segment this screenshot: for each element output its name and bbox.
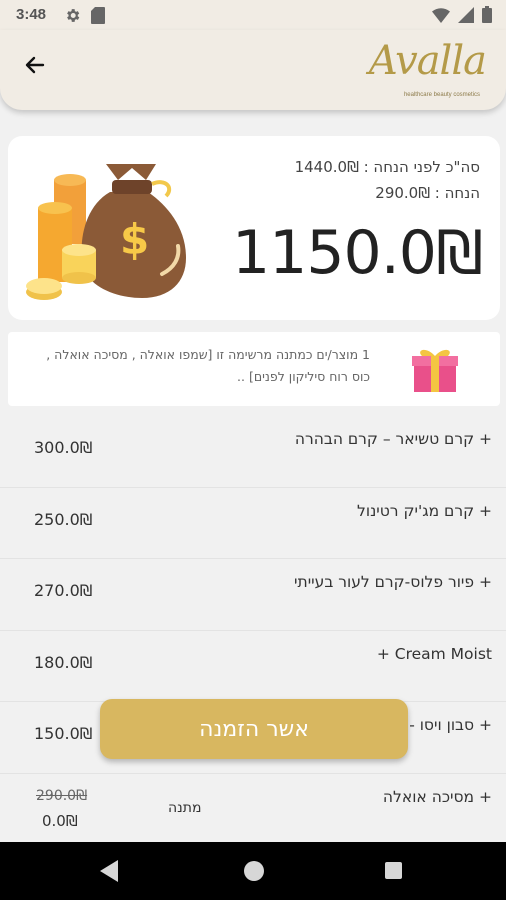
item-price: 250.0₪ [34, 509, 93, 529]
list-item[interactable]: + פיור פלוס-קרם לעור בעייתי 270.0₪ [0, 559, 506, 631]
item-price: 300.0₪ [34, 438, 93, 457]
item-price: 0.0₪ [42, 811, 78, 830]
item-price: 270.0₪ [34, 581, 93, 600]
total-before-discount: סה"כ לפני הנחה : 1440.0₪ [294, 158, 480, 176]
item-old-price: 290.0₪ [36, 787, 88, 804]
sd-card-icon [91, 7, 105, 28]
brand-logo: Avalla healthcare beauty cosmetics [369, 38, 487, 104]
confirm-order-button[interactable]: אשר הזמנה [100, 699, 408, 759]
status-time: 3:48 [16, 6, 47, 23]
discount-amount: הנחה : 290.0₪ [375, 184, 480, 202]
system-nav-bar [0, 842, 506, 900]
nav-back-icon[interactable] [100, 860, 120, 886]
svg-text:$: $ [120, 215, 149, 264]
signal-icon [458, 6, 474, 27]
list-item[interactable]: + קרם טשיאר – קרם הבהרה 300.0₪ [0, 416, 506, 488]
order-summary-card: סה"כ לפני הנחה : 1440.0₪ הנחה : 290.0₪ 1… [8, 136, 500, 320]
gift-banner: 1 מוצר/ים כמתנה מרשימה זו [שמפו אואלה , … [8, 332, 500, 406]
logo-text: Avalla [368, 38, 487, 84]
nav-recents-icon[interactable] [385, 862, 402, 879]
back-button[interactable] [18, 50, 52, 84]
gift-box-icon [410, 344, 460, 394]
arrow-left-icon [23, 53, 47, 81]
wifi-icon [432, 7, 450, 27]
item-name: + קרם מג'יק רטינול [357, 501, 492, 520]
gear-icon [64, 7, 81, 28]
item-price: 150.0₪ [34, 724, 93, 743]
logo-tagline: healthcare beauty cosmetics [403, 92, 480, 98]
list-item[interactable]: + מסיכה אואלה 290.0₪ 0.0₪ מתנה [0, 774, 506, 845]
battery-icon [482, 6, 492, 27]
item-name: + סבון ויסו - [409, 716, 492, 734]
item-name: + מסיכה אואלה [382, 787, 492, 806]
gift-badge: מתנה [168, 799, 202, 816]
app-bar: Avalla healthcare beauty cosmetics [0, 30, 506, 110]
item-price: 180.0₪ [34, 652, 93, 672]
list-item[interactable]: + קרם מג'יק רטינול 250.0₪ [0, 488, 506, 559]
total-amount: 1150.0₪ [232, 218, 483, 288]
money-bag-icon: $ [22, 150, 188, 306]
item-name: + קרם טשיאר – קרם הבהרה [294, 430, 492, 448]
item-name: + פיור פלוס-קרם לעור בעייתי [294, 573, 492, 591]
item-name: Cream Moist + [376, 644, 492, 663]
gift-description: 1 מוצר/ים כמתנה מרשימה זו [שמפו אואלה , … [46, 347, 370, 384]
status-bar: 3:48 [0, 0, 506, 30]
nav-home-icon[interactable] [244, 861, 264, 881]
list-item[interactable]: Cream Moist + 180.0₪ [0, 631, 506, 702]
order-items-list: + קרם טשיאר – קרם הבהרה 300.0₪ + קרם מג'… [0, 416, 506, 845]
